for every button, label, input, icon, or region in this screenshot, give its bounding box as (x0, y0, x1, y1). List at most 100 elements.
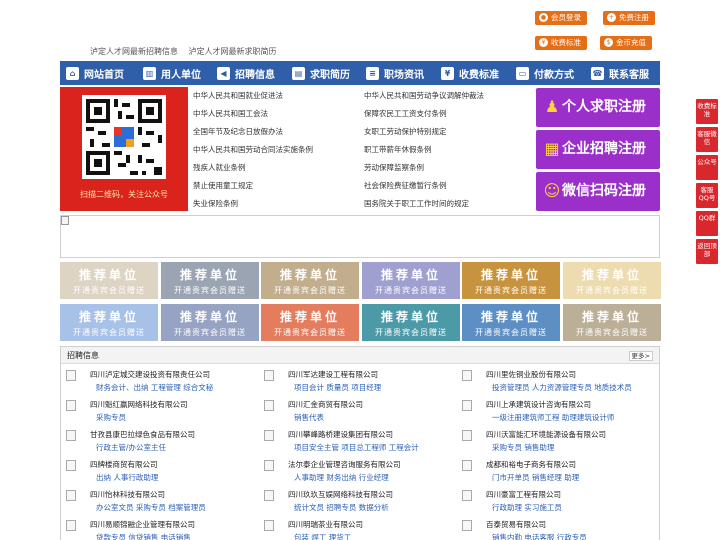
company-logo-icon[interactable] (462, 520, 472, 531)
recommended-employer-ad[interactable]: 推荐单位 开通贵宾会员赠送 (60, 304, 158, 341)
job-positions-link[interactable]: 统计文员 招聘专员 数据分析 (294, 502, 389, 513)
nav-contact[interactable]: ☎ 联系客服 (585, 61, 660, 85)
company-name-link[interactable]: 四川沃富能汇环境能源设备有限公司 (486, 429, 606, 440)
job-positions-link[interactable]: 办公室文员 采购专员 档案管理员 (96, 502, 206, 513)
company-name-link[interactable]: 四川泸定城交建设投资有限责任公司 (90, 369, 210, 380)
recommended-employer-ad[interactable]: 推荐单位 开通贵宾会员赠送 (60, 262, 158, 299)
job-positions-link[interactable]: 贷款专员 信贷销售 电话销售 (96, 532, 191, 540)
company-logo-icon[interactable] (264, 460, 274, 471)
nav-news[interactable]: ≡ 职场资讯 (360, 61, 435, 85)
company-name-link[interactable]: 四川里佐铜业股份有限公司 (486, 369, 576, 380)
company-name-link[interactable]: 四川易顺锦融企业管理有限公司 (90, 519, 195, 530)
job-seeker-register-button[interactable]: ♟ 个人求职注册 (536, 88, 660, 127)
law-link[interactable]: 国务院关于职工工作时间的规定 (364, 198, 469, 209)
company-name-link[interactable]: 四川魁红赢网络科技有限公司 (90, 399, 188, 410)
job-positions-link[interactable]: 一级注册建筑师工程 助理建筑设计师 (492, 412, 614, 423)
company-name-link[interactable]: 百泰贸易有限公司 (486, 519, 546, 530)
job-positions-link[interactable]: 采购专员 (96, 412, 126, 423)
recommended-employer-ad[interactable]: 推荐单位 开通贵宾会员赠送 (462, 262, 560, 299)
job-positions-link[interactable]: 出纳 人事行政助理 (96, 472, 158, 483)
company-logo-icon[interactable] (66, 430, 76, 441)
recommended-employer-ad[interactable]: 推荐单位 开通贵宾会员赠送 (362, 304, 460, 341)
company-logo-icon[interactable] (264, 370, 274, 381)
law-link[interactable]: 禁止使用童工规定 (193, 180, 253, 191)
company-logo-icon[interactable] (462, 370, 472, 381)
job-positions-link[interactable]: 行政主管/办公室主任 (96, 442, 166, 453)
company-logo-icon[interactable] (66, 400, 76, 411)
company-name-link[interactable]: 甘孜县康巴拉绿色食品有限公司 (90, 429, 195, 440)
company-name-link[interactable]: 四川明瑞茶业有限公司 (288, 519, 363, 530)
law-link[interactable]: 中华人民共和国工会法 (193, 108, 268, 119)
latest-resumes-link[interactable]: 泸定人才网最新求职简历 (189, 47, 277, 56)
company-name-link[interactable]: 四川汇金商贸有限公司 (288, 399, 363, 410)
company-name-link[interactable]: 四川怡林科技有限公司 (90, 489, 165, 500)
company-logo-icon[interactable] (462, 460, 472, 471)
recommended-employer-ad[interactable]: 推荐单位 开通贵宾会员赠送 (462, 304, 560, 341)
job-positions-link[interactable]: 销售内勤 电话客服 行政专员 (492, 532, 587, 540)
nav-resumes[interactable]: ▤ 求职简历 (286, 61, 360, 85)
recommended-employer-ad[interactable]: 推荐单位 开通贵宾会员赠送 (362, 262, 460, 299)
back-to-top-button[interactable]: 返回顶部 (696, 239, 718, 264)
pricing-button[interactable]: ¥ 收费标准 (535, 36, 587, 50)
recommended-employer-ad[interactable]: 推荐单位 开通贵宾会员赠送 (261, 304, 359, 341)
job-positions-link[interactable]: 项目安全主管 项目总工程师 工程会计 (294, 442, 419, 453)
nav-payment[interactable]: ▭ 付款方式 (510, 61, 585, 85)
company-logo-icon[interactable] (264, 430, 274, 441)
more-link[interactable]: 更多> (628, 351, 653, 361)
job-positions-link[interactable]: 采购专员 销售助理 (492, 442, 554, 453)
law-link[interactable]: 中华人民共和国劳动合同法实施条例 (193, 144, 313, 155)
job-positions-link[interactable]: 包装 焊工 理货工 (294, 532, 351, 540)
recommended-employer-ad[interactable]: 推荐单位 开通贵宾会员赠送 (161, 304, 259, 341)
law-link[interactable]: 残疾人就业条例 (193, 162, 246, 173)
law-link[interactable]: 失业保险条例 (193, 198, 238, 209)
company-logo-icon[interactable] (66, 460, 76, 471)
job-positions-link[interactable]: 行政助理 实习施工员 (492, 502, 562, 513)
company-logo-icon[interactable] (66, 370, 76, 381)
employer-register-button[interactable]: ▦ 企业招聘注册 (536, 130, 660, 169)
company-name-link[interactable]: 四川军达建设工程有限公司 (288, 369, 378, 380)
login-button[interactable]: ● 会员登录 (535, 11, 587, 25)
law-link[interactable]: 保障农民工工资支付条例 (364, 108, 447, 119)
law-link[interactable]: 全国年节及纪念日放假办法 (193, 126, 283, 137)
recharge-button[interactable]: $ 金币充值 (600, 36, 652, 50)
company-name-link[interactable]: 四川玖玖互娱网络科技有限公司 (288, 489, 393, 500)
law-link[interactable]: 职工带薪年休假条例 (364, 144, 432, 155)
sidebar-official-account-button[interactable]: 公众号 (696, 155, 718, 180)
sidebar-pricing-button[interactable]: 收费标准 (696, 99, 718, 124)
company-name-link[interactable]: 四牌楼商贸有限公司 (90, 459, 158, 470)
law-link[interactable]: 中华人民共和国劳动争议调解仲裁法 (364, 90, 484, 101)
job-positions-link[interactable]: 项目会计 质量员 项目经理 (294, 382, 381, 393)
recommended-employer-ad[interactable]: 推荐单位 开通贵宾会员赠送 (261, 262, 359, 299)
law-link[interactable]: 劳动保障监察条例 (364, 162, 424, 173)
company-name-link[interactable]: 四川豪富工程有限公司 (486, 489, 561, 500)
register-button[interactable]: + 免费注册 (603, 11, 655, 25)
recommended-employer-ad[interactable]: 推荐单位 开通贵宾会员赠送 (563, 304, 661, 341)
company-logo-icon[interactable] (462, 430, 472, 441)
nav-jobs[interactable]: ◀ 招聘信息 (211, 61, 286, 85)
job-positions-link[interactable]: 人事助理 财务出纳 行业经理 (294, 472, 389, 483)
company-name-link[interactable]: 法尔泰企业管理咨询服务有限公司 (288, 459, 401, 470)
company-name-link[interactable]: 成都和裕电子商务有限公司 (486, 459, 576, 470)
company-logo-icon[interactable] (66, 490, 76, 501)
recommended-employer-ad[interactable]: 推荐单位 开通贵宾会员赠送 (161, 262, 259, 299)
sidebar-qq-service-button[interactable]: 客服QQ号 (696, 183, 718, 208)
banner-ad[interactable] (60, 215, 660, 258)
company-logo-icon[interactable] (66, 520, 76, 531)
company-logo-icon[interactable] (462, 400, 472, 411)
recommended-employer-ad[interactable]: 推荐单位 开通贵宾会员赠送 (563, 262, 661, 299)
nav-employers[interactable]: ▥ 用人单位 (137, 61, 211, 85)
wechat-register-button[interactable]: ☺ 微信扫码注册 (536, 172, 660, 211)
sidebar-wechat-service-button[interactable]: 客服微信 (696, 127, 718, 152)
law-link[interactable]: 中华人民共和国就业促进法 (193, 90, 283, 101)
company-logo-icon[interactable] (264, 490, 274, 501)
company-logo-icon[interactable] (264, 400, 274, 411)
company-name-link[interactable]: 四川攀峰路桥建设集团有限公司 (288, 429, 393, 440)
company-name-link[interactable]: 四川上承建筑设计咨询有限公司 (486, 399, 591, 410)
company-logo-icon[interactable] (462, 490, 472, 501)
job-positions-link[interactable]: 财务会计、出纳 工程管理 综合文秘 (96, 382, 213, 393)
sidebar-qq-group-button[interactable]: QQ群 (696, 211, 718, 236)
nav-pricing[interactable]: ¥ 收费标准 (435, 61, 510, 85)
job-positions-link[interactable]: 门市开单员 销售经理 助理 (492, 472, 579, 483)
job-positions-link[interactable]: 投资管理员 人力资源管理专员 地质技术员 (492, 382, 632, 393)
company-logo-icon[interactable] (264, 520, 274, 531)
